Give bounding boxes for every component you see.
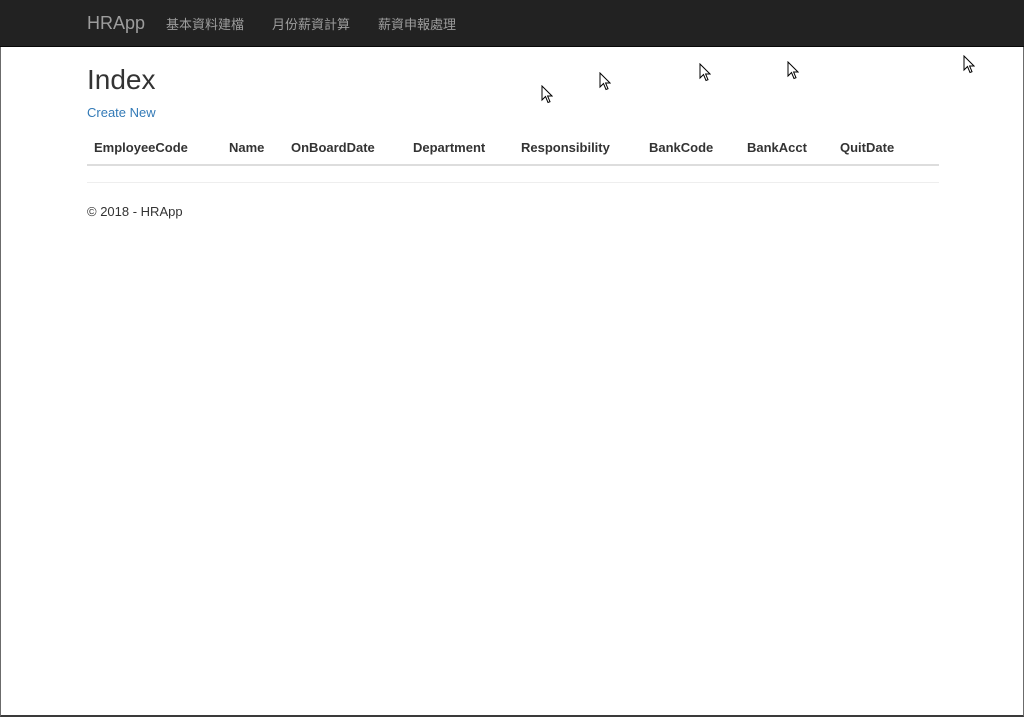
column-header-name: Name <box>222 135 284 166</box>
nav-item-salary-declaration[interactable]: 薪資申報處理 <box>364 14 470 33</box>
nav-item-basic-data[interactable]: 基本資料建檔 <box>152 14 258 33</box>
column-header-employeecode: EmployeeCode <box>87 135 222 166</box>
column-header-onboarddate: OnBoardDate <box>284 135 406 166</box>
page-title: Index <box>87 64 156 95</box>
nav-item-monthly-salary[interactable]: 月份薪資計算 <box>258 14 364 33</box>
mouse-pointer-icon <box>963 55 975 74</box>
column-header-bankcode: BankCode <box>642 135 740 166</box>
navbar: HRApp 基本資料建檔 月份薪資計算 薪資申報處理 <box>0 0 1024 47</box>
column-header-quitdate: QuitDate <box>833 135 939 166</box>
create-new-link[interactable]: Create New <box>87 105 156 120</box>
column-header-responsibility: Responsibility <box>514 135 642 166</box>
nav-menu: 基本資料建檔 月份薪資計算 薪資申報處理 <box>152 0 470 47</box>
footer-divider <box>87 182 939 183</box>
column-header-bankacct: BankAcct <box>740 135 833 166</box>
footer-copyright: © 2018 - HRApp <box>87 204 183 219</box>
mouse-pointer-icon <box>541 85 553 104</box>
mouse-pointer-icon <box>787 61 799 80</box>
table-header-row: EmployeeCode Name OnBoardDate Department… <box>87 135 939 166</box>
brand-link[interactable]: HRApp <box>87 13 145 33</box>
mouse-pointer-icon <box>599 72 611 91</box>
employee-table: EmployeeCode Name OnBoardDate Department… <box>87 135 939 166</box>
mouse-pointer-icon <box>699 63 711 82</box>
column-header-department: Department <box>406 135 514 166</box>
